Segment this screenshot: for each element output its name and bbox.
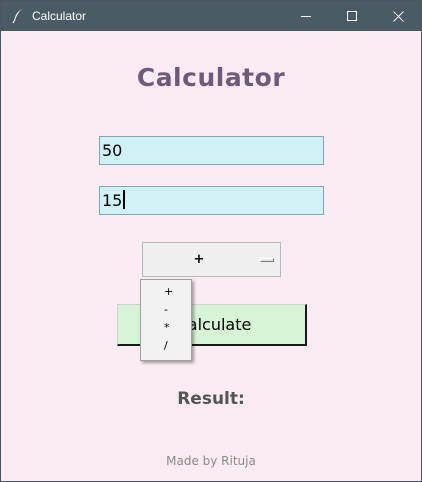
operator-dropdown-menu: + - * / [140,279,192,361]
maximize-icon [346,7,358,26]
text-cursor [123,190,125,209]
calculator-window: Calculator Calculator 50 15 + Calculate [0,0,422,482]
first-number-input[interactable]: 50 [99,136,324,165]
operator-selected-value: + [193,252,205,267]
minimize-icon [300,7,312,26]
minimize-button[interactable] [283,1,329,31]
operator-option-label: * [164,321,170,334]
operator-select[interactable]: + [142,242,281,277]
first-number-value: 50 [102,141,123,160]
close-icon [392,7,404,26]
window-title: Calculator [32,9,87,23]
maximize-button[interactable] [329,1,375,31]
close-button[interactable] [375,1,421,31]
footer-credit: Made by Rituja [166,454,256,468]
result-label-text: Result: [177,389,245,409]
operator-option-divide[interactable]: / [141,337,191,355]
operator-option-plus[interactable]: + [141,283,191,301]
operator-option-minus[interactable]: - [141,301,191,319]
page-title: Calculator [136,63,286,92]
second-number-input[interactable]: 15 [99,186,324,215]
operator-option-multiply[interactable]: * [141,319,191,337]
operator-option-label: / [164,339,168,352]
dropdown-indicator-icon [260,258,274,262]
second-number-value: 15 [102,191,123,210]
title-bar[interactable]: Calculator [1,1,421,31]
feather-icon [11,8,25,24]
operator-option-label: + [164,285,174,298]
operator-option-label: - [164,303,168,316]
result-label: Result: [1,389,421,409]
